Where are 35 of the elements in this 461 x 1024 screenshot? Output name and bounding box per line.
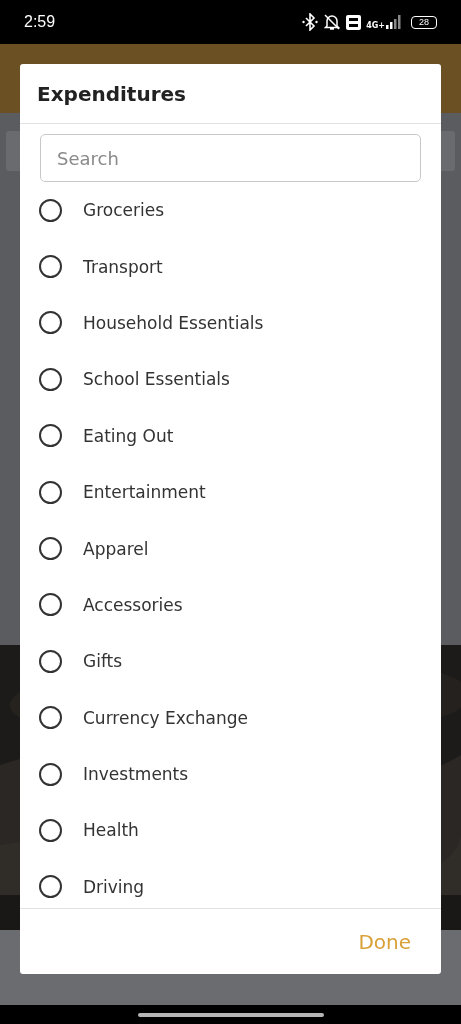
option-label[interactable]: Gifts [83, 651, 123, 672]
radio-button[interactable] [39, 762, 62, 786]
radio-button[interactable] [39, 649, 62, 673]
radio-button[interactable] [39, 706, 62, 730]
radio-button[interactable] [39, 875, 62, 899]
option-label[interactable]: Groceries [83, 200, 165, 221]
option-label[interactable]: Transport [83, 256, 163, 277]
dialog-title: Expenditures [37, 81, 186, 106]
radio-button[interactable] [39, 367, 62, 391]
home-indicator[interactable] [137, 1012, 324, 1017]
clock-time: 2:59 [24, 13, 56, 31]
radio-button[interactable] [39, 819, 62, 842]
radio-button[interactable] [39, 480, 62, 504]
radio-button[interactable] [39, 198, 62, 222]
option-label[interactable]: Accessories [83, 594, 183, 615]
bluetooth-icon [302, 13, 319, 31]
radio-button[interactable] [39, 255, 62, 279]
search-field[interactable]: Search [40, 134, 421, 182]
radio-button[interactable] [39, 537, 62, 561]
battery-icon: 28 [411, 15, 437, 29]
radio-button[interactable] [39, 311, 62, 335]
option-label[interactable]: Eating Out [83, 425, 174, 446]
option-label[interactable]: Investments [83, 764, 189, 785]
option-label[interactable]: School Essentials [83, 369, 230, 390]
option-label[interactable]: Apparel [83, 538, 149, 559]
option-label[interactable]: Driving [83, 876, 145, 897]
option-label[interactable]: Currency Exchange [83, 707, 249, 728]
muted-bell-icon [323, 13, 342, 31]
option-label[interactable]: Household Essentials [83, 312, 264, 333]
radio-button[interactable] [39, 424, 62, 448]
option-label[interactable]: Health [83, 820, 139, 841]
network-type: 4G+ [366, 21, 385, 30]
radio-button[interactable] [39, 593, 62, 617]
signal-icon [386, 15, 402, 29]
option-label[interactable]: Entertainment [83, 482, 206, 503]
